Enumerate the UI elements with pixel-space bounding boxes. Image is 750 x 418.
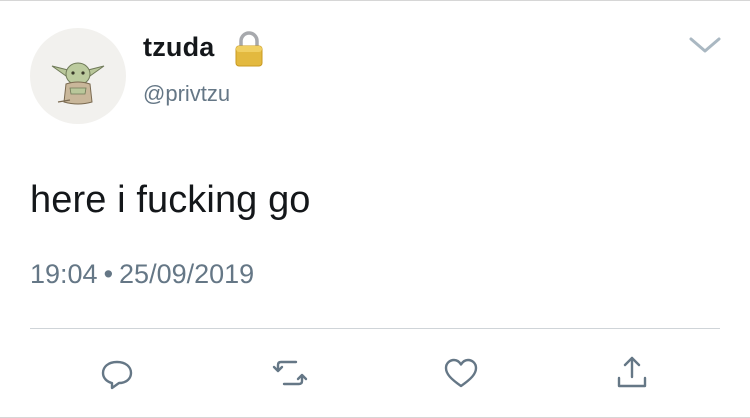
divider [30, 328, 720, 329]
reply-icon [101, 360, 133, 390]
chevron-down-icon[interactable] [688, 35, 722, 55]
timestamp-separator: • [103, 259, 114, 289]
retweet-icon [272, 360, 308, 386]
like-button[interactable] [441, 353, 481, 393]
retweet-button[interactable] [270, 353, 310, 393]
share-button[interactable] [612, 353, 652, 393]
tweet-card: tzuda @privtzu here i fucking go 19:04 • 2… [0, 0, 750, 418]
tweet-time: 19:04 [30, 259, 98, 289]
yoda-avatar-icon [51, 62, 105, 105]
tweet-date: 25/09/2019 [119, 259, 255, 289]
tweet-text: here i fucking go [30, 179, 311, 221]
lock-icon [232, 30, 266, 68]
share-icon [617, 356, 647, 388]
reply-button[interactable] [97, 353, 137, 393]
like-icon [444, 358, 478, 388]
user-handle[interactable]: @privtzu [143, 81, 230, 107]
display-name[interactable]: tzuda [143, 32, 215, 63]
avatar[interactable] [30, 28, 126, 124]
tweet-timestamp[interactable]: 19:04 • 25/09/2019 [30, 259, 254, 290]
